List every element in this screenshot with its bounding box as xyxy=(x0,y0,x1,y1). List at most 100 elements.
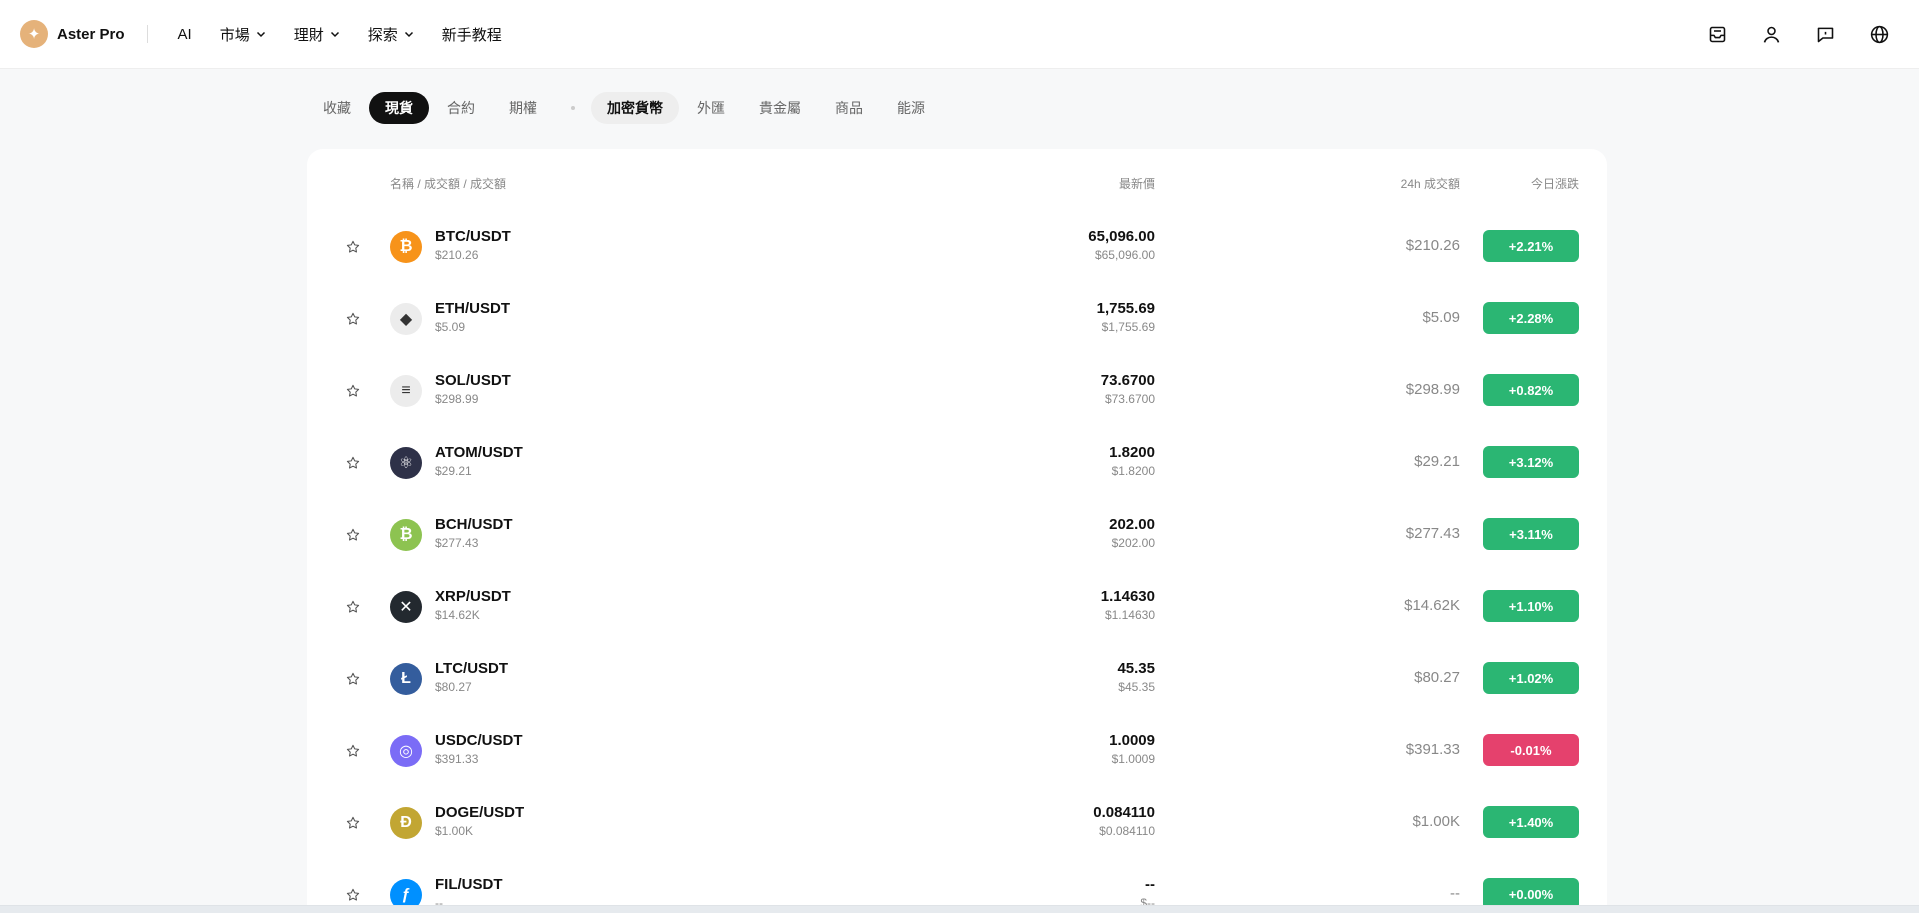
last-price: -- xyxy=(1145,876,1155,893)
cosmos-icon: ⚛ xyxy=(390,447,422,479)
header-price[interactable]: 最新價 xyxy=(1119,175,1155,192)
bitcoin-cash-icon: ₿ xyxy=(390,519,422,551)
change-badge: +2.28% xyxy=(1483,302,1579,334)
main-nav: AI 市場 理財 探索 新手教程 xyxy=(178,24,530,45)
tab[interactable]: 外匯 xyxy=(681,92,741,124)
bottom-bar xyxy=(0,905,1919,913)
pair-turnover: $210.26 xyxy=(435,248,479,262)
change-badge: +3.12% xyxy=(1483,446,1579,478)
pair-turnover: $14.62K xyxy=(435,608,480,622)
star-icon[interactable] xyxy=(345,455,361,471)
table-row[interactable]: ⚛ ATOM/USDT $29.21 1.8200 $1.8200 $29.21 +3.12… xyxy=(307,426,1607,498)
dogecoin-icon: Ð xyxy=(390,807,422,839)
volume-24h: $298.99 xyxy=(1405,381,1460,398)
table-row[interactable]: Ð DOGE/USDT $1.00K 0.084110 $0.084110 $1.00K +… xyxy=(307,786,1607,858)
table-row[interactable]: ◎ USDC/USDT $391.33 1.0009 $1.0009 $391.33 -0.… xyxy=(307,714,1607,786)
last-price: 45.35 xyxy=(1117,660,1155,677)
nav-item-label: 新手教程 xyxy=(441,26,502,44)
pair-name: XRP/USDT xyxy=(435,588,511,605)
tab[interactable]: 合約 xyxy=(431,92,491,124)
brand-name: Aster Pro xyxy=(57,25,125,43)
nav-item-label: 市場 xyxy=(219,26,250,44)
header-volume[interactable]: 24h 成交額 xyxy=(1401,175,1460,192)
solana-icon: ≡ xyxy=(390,375,422,407)
volume-24h: -- xyxy=(1450,885,1460,902)
last-price-usd: $202.00 xyxy=(1111,536,1155,550)
change-badge: +2.21% xyxy=(1483,230,1579,262)
last-price-usd: $73.6700 xyxy=(1104,392,1155,406)
pair-turnover: $298.99 xyxy=(435,392,479,406)
bitcoin-icon: ₿ xyxy=(390,231,422,263)
table-row[interactable]: ₿ BCH/USDT $277.43 202.00 $202.00 $277.43 +3.1… xyxy=(307,498,1607,570)
nav-item[interactable]: 市場 xyxy=(220,24,266,45)
last-price: 1,755.69 xyxy=(1096,300,1155,317)
user-icon[interactable] xyxy=(1759,23,1783,47)
tab[interactable]: 現貨 xyxy=(369,92,429,124)
usdc-icon: ◎ xyxy=(390,735,422,767)
pair-turnover: $80.27 xyxy=(435,680,472,694)
star-icon[interactable] xyxy=(345,527,361,543)
header-change[interactable]: 今日漲跌 xyxy=(1531,175,1579,192)
pair-name: FIL/USDT xyxy=(435,876,503,893)
market-table: 名稱 / 成交額 / 成交額 最新價 24h 成交額 今日漲跌 ₿ BTC/USD… xyxy=(307,149,1607,913)
chat-icon[interactable] xyxy=(1813,23,1837,47)
pair-name: LTC/USDT xyxy=(435,660,509,677)
top-header: ✦ Aster Pro AI 市場 理財 探索 新手教程 xyxy=(0,0,1919,69)
pair-name: ETH/USDT xyxy=(435,300,510,317)
table-row[interactable]: ₿ BTC/USDT $210.26 65,096.00 $65,096.00 $210.… xyxy=(307,210,1607,282)
star-icon[interactable] xyxy=(345,815,361,831)
table-row[interactable]: Ł LTC/USDT $80.27 45.35 $45.35 $80.27 +1.02% xyxy=(307,642,1607,714)
star-icon[interactable] xyxy=(345,311,361,327)
star-icon[interactable] xyxy=(345,383,361,399)
nav-item-label: 探索 xyxy=(367,26,398,44)
pair-turnover: $1.00K xyxy=(435,824,474,838)
change-badge: -0.01% xyxy=(1483,734,1579,766)
nav-item[interactable]: AI xyxy=(178,26,192,43)
header-name[interactable]: 名稱 / 成交額 / 成交額 xyxy=(390,175,506,192)
inbox-icon[interactable] xyxy=(1705,23,1729,47)
chevron-down-icon xyxy=(256,31,265,38)
volume-24h: $277.43 xyxy=(1405,525,1460,542)
last-price-usd: $45.35 xyxy=(1118,680,1155,694)
change-badge: +3.11% xyxy=(1483,518,1579,550)
table-row[interactable]: ✕ XRP/USDT $14.62K 1.14630 $1.14630 $14.62K +1… xyxy=(307,570,1607,642)
globe-icon[interactable] xyxy=(1867,23,1891,47)
volume-24h: $1.00K xyxy=(1412,813,1460,830)
tab[interactable]: 加密貨幣 xyxy=(591,92,679,124)
pair-turnover: $29.21 xyxy=(435,464,472,478)
tab[interactable]: 貴金屬 xyxy=(743,92,817,124)
volume-24h: $80.27 xyxy=(1414,669,1460,686)
tab[interactable]: 商品 xyxy=(819,92,879,124)
star-icon[interactable] xyxy=(345,743,361,759)
star-icon[interactable] xyxy=(345,599,361,615)
nav-item[interactable]: 探索 xyxy=(368,24,414,45)
brand[interactable]: ✦ Aster Pro xyxy=(20,20,125,48)
star-icon[interactable] xyxy=(345,239,361,255)
pair-name: USDC/USDT xyxy=(435,732,523,749)
header-divider xyxy=(146,25,148,43)
table-row[interactable]: ◆ ETH/USDT $5.09 1,755.69 $1,755.69 $5.09 +2.2… xyxy=(307,282,1607,354)
last-price-usd: $1.14630 xyxy=(1104,608,1155,622)
tab-separator xyxy=(571,106,575,110)
tab[interactable]: 期權 xyxy=(493,92,553,124)
volume-24h: $29.21 xyxy=(1414,453,1460,470)
last-price: 73.6700 xyxy=(1100,372,1155,389)
last-price-usd: $1,755.69 xyxy=(1101,320,1155,334)
last-price: 202.00 xyxy=(1109,516,1155,533)
star-icon[interactable] xyxy=(345,671,361,687)
nav-item-label: AI xyxy=(177,25,192,43)
table-row[interactable]: ≡ SOL/USDT $298.99 73.6700 $73.6700 $298.99 +0… xyxy=(307,354,1607,426)
star-icon[interactable] xyxy=(345,887,361,903)
pair-name: BTC/USDT xyxy=(435,228,511,245)
nav-item-label: 理財 xyxy=(293,26,324,44)
nav-item[interactable]: 理財 xyxy=(294,24,340,45)
chevron-down-icon xyxy=(330,31,339,38)
tab[interactable]: 收藏 xyxy=(307,92,367,124)
last-price: 1.0009 xyxy=(1109,732,1155,749)
pair-turnover: $5.09 xyxy=(435,320,466,334)
nav-item[interactable]: 新手教程 xyxy=(442,24,502,45)
volume-24h: $391.33 xyxy=(1405,741,1460,758)
last-price: 1.8200 xyxy=(1109,444,1155,461)
last-price-usd: $65,096.00 xyxy=(1094,248,1155,262)
tab[interactable]: 能源 xyxy=(881,92,941,124)
